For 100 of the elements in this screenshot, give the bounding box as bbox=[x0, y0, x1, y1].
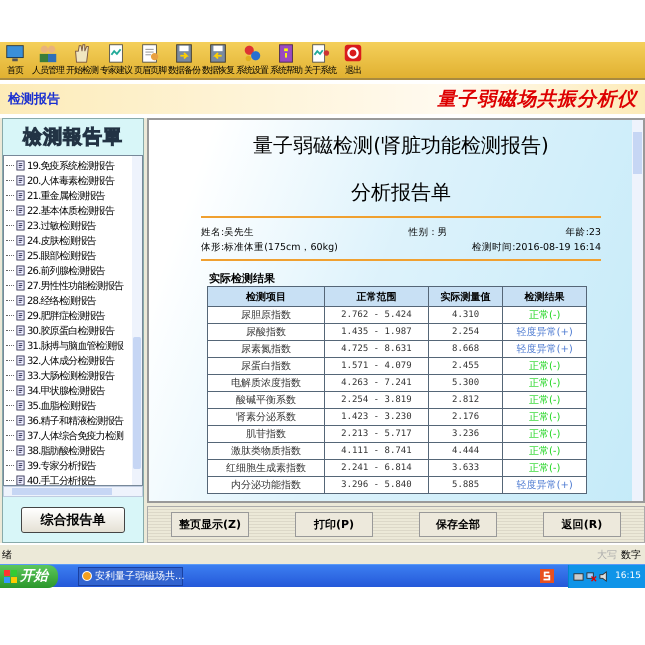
table-cell: 激肽类物质指数 bbox=[208, 442, 325, 460]
tree-item[interactable]: 33.大肠检测检测报告 bbox=[4, 368, 132, 383]
document-icon bbox=[16, 280, 25, 291]
toolbar-button[interactable]: 人员管理 bbox=[32, 42, 64, 77]
table-cell: 酸碱平衡系数 bbox=[208, 392, 325, 408]
action-button[interactable]: 返回(R) bbox=[543, 512, 621, 537]
table-cell: 5.300 bbox=[428, 374, 503, 392]
toolbar-button[interactable]: 系统帮助 bbox=[270, 42, 302, 77]
toolbar-button[interactable]: 关于系统 bbox=[304, 42, 336, 77]
document-icon bbox=[16, 370, 25, 381]
document-icon bbox=[16, 175, 25, 186]
tree-item[interactable]: 28.经络检测报告 bbox=[4, 293, 132, 308]
document-icon bbox=[16, 295, 25, 306]
table-cell: 正常(-) bbox=[502, 306, 586, 324]
tree-item[interactable]: 38.脂肪酸检测报告 bbox=[4, 443, 132, 458]
action-button[interactable]: 整页显示(Z) bbox=[171, 512, 249, 537]
power-icon bbox=[342, 42, 364, 64]
tree-item[interactable]: 30.胶原蛋白检测报告 bbox=[4, 323, 132, 338]
toolbar-button[interactable]: 开始检测 bbox=[66, 42, 98, 77]
table-cell: 正常(-) bbox=[502, 442, 586, 460]
table-cell: 正常(-) bbox=[502, 460, 586, 476]
toolbar-button[interactable]: 页眉页脚 bbox=[134, 42, 166, 77]
table-cell: 正常(-) bbox=[502, 408, 586, 426]
table-cell: 1.435 - 1.987 bbox=[324, 324, 428, 340]
tree-item[interactable]: 19.免疫系统检测报告 bbox=[4, 158, 132, 173]
tree-item[interactable]: 32.人体成分检测报告 bbox=[4, 353, 132, 368]
toolbar-button[interactable]: 专家建议 bbox=[100, 42, 132, 77]
tree-item[interactable]: 40.手工分析报告 bbox=[4, 473, 132, 485]
tree-item[interactable]: 24.皮肤检测报告 bbox=[4, 233, 132, 248]
toolbar-button[interactable]: 系统设置 bbox=[236, 42, 268, 77]
toolbar-button[interactable]: 数据备份 bbox=[168, 42, 200, 77]
column-header: 检测项目 bbox=[208, 286, 325, 306]
table-cell: 2.455 bbox=[428, 358, 503, 374]
table-cell: 8.668 bbox=[428, 340, 503, 358]
toolbar-button[interactable]: 数据恢复 bbox=[202, 42, 234, 77]
table-cell: 尿蛋白指数 bbox=[208, 358, 325, 374]
document-icon bbox=[16, 250, 25, 261]
tree-item[interactable]: 31.脉搏与脑血管检测报 bbox=[4, 338, 132, 353]
table-cell: 2.254 bbox=[428, 324, 503, 340]
status-text: 绪 bbox=[2, 548, 12, 562]
document-icon bbox=[16, 340, 25, 351]
monitor-icon bbox=[4, 42, 26, 64]
tree-item[interactable]: 23.过敏检测报告 bbox=[4, 218, 132, 233]
summary-report-button[interactable]: 综合报告单 bbox=[21, 506, 125, 532]
tree-item[interactable]: 20.人体毒素检测报告 bbox=[4, 173, 132, 188]
document-icon bbox=[16, 220, 25, 231]
table-cell: 1.423 - 3.230 bbox=[324, 408, 428, 426]
table-cell: 轻度异常(+) bbox=[502, 324, 586, 340]
table-cell: 2.241 - 6.814 bbox=[324, 460, 428, 476]
tree-item[interactable]: 25.眼部检测报告 bbox=[4, 248, 132, 263]
scrollbar[interactable] bbox=[132, 156, 142, 485]
report-title: 量子弱磁检测(肾脏功能检测报告) bbox=[252, 132, 550, 159]
tree-item[interactable]: 36.精子和精液检测报告 bbox=[4, 413, 132, 428]
tree-item[interactable]: 39.专家分析报告 bbox=[4, 458, 132, 473]
report-subtitle: 分析报告单 bbox=[350, 179, 452, 206]
tree-item[interactable]: 26.前列腺检测报告 bbox=[4, 263, 132, 278]
action-button[interactable]: 保存全部 bbox=[419, 512, 497, 537]
document-icon bbox=[139, 42, 161, 64]
table-cell: 4.725 - 8.631 bbox=[324, 340, 428, 358]
table-cell: 3.296 - 5.840 bbox=[324, 476, 428, 494]
table-cell: 5.885 bbox=[428, 476, 503, 494]
column-header: 实际测量值 bbox=[428, 286, 503, 306]
network-icon[interactable] bbox=[586, 570, 598, 582]
document-icon bbox=[16, 430, 25, 441]
tree-item[interactable]: 29.肥胖症检测报告 bbox=[4, 308, 132, 323]
toolbar-button[interactable]: 首页 bbox=[0, 42, 30, 77]
document-icon bbox=[16, 235, 25, 246]
app-title: 量子弱磁场共振分析仪 bbox=[437, 87, 637, 112]
tree-item[interactable]: 21.重金属检测报告 bbox=[4, 188, 132, 203]
tree-item[interactable]: 22.基本体质检测报告 bbox=[4, 203, 132, 218]
scrollbar[interactable] bbox=[3, 486, 143, 497]
status-indicator: 数字 bbox=[621, 548, 641, 562]
age-text: 年龄:23 bbox=[566, 226, 601, 240]
table-cell: 肾素分泌系数 bbox=[208, 408, 325, 426]
tree-item[interactable]: 37.人体综合免疫力检测 bbox=[4, 428, 132, 443]
gender-text: 性别 : 男 bbox=[408, 226, 449, 240]
document-icon bbox=[16, 325, 25, 336]
scrollbar[interactable] bbox=[632, 120, 643, 501]
table-cell: 2.254 - 3.819 bbox=[324, 392, 428, 408]
table-cell: 正常(-) bbox=[502, 392, 586, 408]
document-icon bbox=[16, 265, 25, 276]
tree-item[interactable]: 27.男性性功能检测报告 bbox=[4, 278, 132, 293]
section-heading: 实际检测结果 bbox=[209, 271, 276, 286]
table-cell: 肌苷指数 bbox=[208, 426, 325, 442]
document-icon bbox=[16, 385, 25, 396]
tree-item[interactable]: 35.血脂检测报告 bbox=[4, 398, 132, 413]
document-icon bbox=[16, 190, 25, 201]
toolbar-button[interactable]: 退出 bbox=[338, 42, 368, 77]
tray-icon[interactable] bbox=[573, 570, 584, 582]
input-method-icon[interactable] bbox=[540, 569, 554, 583]
table-cell: 2.176 bbox=[428, 408, 503, 426]
table-cell: 轻度异常(+) bbox=[502, 340, 586, 358]
table-cell: 正常(-) bbox=[502, 358, 586, 374]
taskbar-button[interactable]: 安利量子弱磁场共... bbox=[78, 566, 183, 586]
action-button[interactable]: 打印(P) bbox=[295, 512, 373, 537]
table-cell: 3.633 bbox=[428, 460, 503, 476]
tree-item[interactable]: 34.甲状腺检测报告 bbox=[4, 383, 132, 398]
table-cell: 2.812 bbox=[428, 392, 503, 408]
document-icon bbox=[16, 355, 25, 366]
table-cell: 正常(-) bbox=[502, 426, 586, 442]
